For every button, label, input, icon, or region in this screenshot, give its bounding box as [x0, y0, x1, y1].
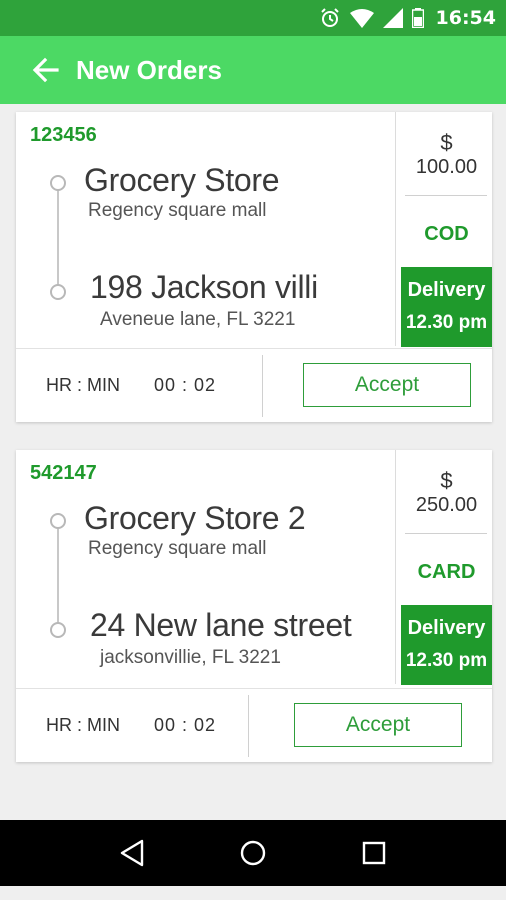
order-details: 123456 Grocery Store Regency square mall…: [16, 112, 396, 346]
delivery-time: 12.30 pm: [405, 312, 488, 333]
price-value: 250.00: [415, 494, 478, 516]
timer-label: HR : MIN: [46, 715, 120, 735]
order-actions: HR : MIN 00 : 02 Accept: [16, 688, 492, 762]
route-line: [57, 190, 59, 290]
timer-value: 00 : 02: [154, 715, 217, 735]
pickup-location: Regency square mall: [88, 538, 267, 559]
payment-method: CARD: [417, 561, 476, 583]
order-card: 542147 Grocery Store 2 Regency square ma…: [16, 450, 492, 762]
accept-button[interactable]: Accept: [303, 363, 471, 407]
divider: [248, 695, 249, 757]
drop-address: 24 New lane street: [90, 607, 352, 643]
accept-button[interactable]: Accept: [294, 703, 462, 747]
drop-dot-icon: [50, 284, 66, 300]
signal-icon: [382, 8, 403, 28]
divider: [262, 355, 263, 417]
drop-location: Aveneue lane, FL 3221: [100, 309, 296, 330]
order-id: 542147: [30, 462, 97, 484]
drop-address: 198 Jackson villi: [90, 269, 318, 305]
pickup-location: Regency square mall: [88, 200, 267, 221]
delivery-time-badge: Delivery 12.30 pm: [401, 605, 492, 685]
drop-dot-icon: [50, 622, 66, 638]
divider: [405, 195, 487, 196]
status-bar: 16:54: [0, 0, 506, 36]
price-value: 100.00: [415, 156, 478, 178]
pickup-dot-icon: [50, 175, 66, 191]
recents-square-icon[interactable]: [354, 833, 394, 873]
back-triangle-icon[interactable]: [112, 833, 152, 873]
price-currency: $: [440, 130, 453, 155]
status-time: 16:54: [435, 7, 496, 29]
route-line: [57, 528, 59, 630]
alarm-icon: [319, 8, 341, 28]
order-summary: $ 250.00 CARD Delivery 12.30 pm: [401, 450, 492, 685]
order-summary: $ 100.00 COD Delivery 12.30 pm: [401, 112, 492, 347]
drop-location: jacksonvillie, FL 3221: [100, 647, 281, 668]
app-bar: New Orders: [0, 36, 506, 104]
divider: [405, 533, 487, 534]
wifi-icon: [349, 8, 374, 28]
payment-method: COD: [424, 223, 469, 245]
delivery-label: Delivery: [407, 617, 486, 639]
pickup-name: Grocery Store: [84, 162, 280, 198]
system-nav-bar: [0, 820, 506, 886]
page-title: New Orders: [76, 54, 222, 85]
order-id: 123456: [30, 124, 97, 146]
delivery-label: Delivery: [407, 279, 486, 301]
delivery-time-badge: Delivery 12.30 pm: [401, 267, 492, 347]
home-circle-icon[interactable]: [233, 833, 273, 873]
order-card: 123456 Grocery Store Regency square mall…: [16, 112, 492, 422]
order-details: 542147 Grocery Store 2 Regency square ma…: [16, 450, 396, 684]
arrow-left-icon[interactable]: [28, 53, 62, 87]
pickup-name: Grocery Store 2: [84, 500, 306, 536]
bottom-strip: [0, 886, 506, 900]
price-currency: $: [440, 468, 453, 493]
battery-icon: [411, 8, 424, 28]
order-actions: HR : MIN 00 : 02 Accept: [16, 348, 492, 422]
delivery-time: 12.30 pm: [405, 650, 488, 671]
timer-value: 00 : 02: [154, 375, 217, 395]
timer-label: HR : MIN: [46, 375, 120, 395]
pickup-dot-icon: [50, 513, 66, 529]
